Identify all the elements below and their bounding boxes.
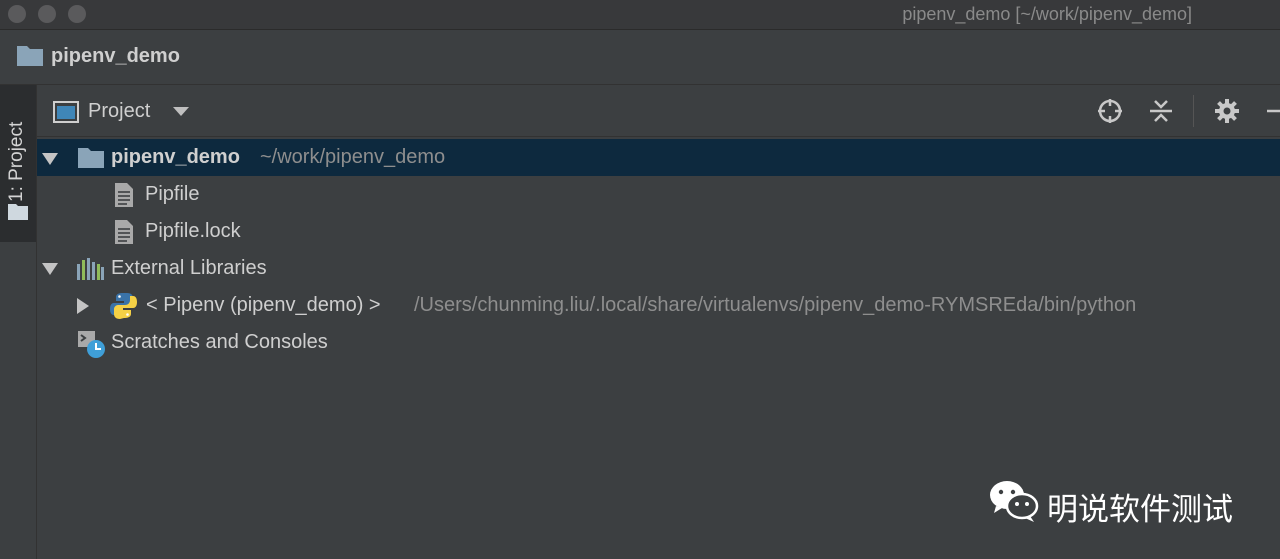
scratches-icon <box>77 330 107 365</box>
watermark-text: 明说软件测试 <box>1047 492 1233 528</box>
tree-row-sdk[interactable]: < Pipenv (pipenv_demo) > /Users/chunming… <box>37 287 1280 324</box>
wechat-icon <box>988 478 1040 529</box>
file-name: Pipfile.lock <box>145 220 241 242</box>
expand-arrow-icon[interactable] <box>42 153 58 165</box>
tool-window-stripe: 1: Project <box>0 85 37 559</box>
chevron-down-icon[interactable] <box>173 107 189 116</box>
project-view-icon <box>53 101 79 128</box>
tree-row-file[interactable]: Pipfile <box>37 176 1280 213</box>
tree-row-external-libraries[interactable]: External Libraries <box>37 250 1280 287</box>
zoom-window-button[interactable] <box>68 5 86 23</box>
toolbar-separator <box>1193 95 1194 127</box>
file-name: Pipfile <box>145 183 200 205</box>
text-file-icon <box>115 183 133 212</box>
window-title: pipenv_demo [~/work/pipenv_demo] <box>902 4 1192 24</box>
navigation-bar: pipenv_demo <box>0 30 1280 85</box>
folder-icon <box>8 203 28 225</box>
minimize-icon[interactable] <box>1265 97 1280 130</box>
library-icon <box>77 258 104 285</box>
breadcrumb-project[interactable]: pipenv_demo <box>51 45 180 68</box>
text-file-icon <box>115 220 133 249</box>
gear-icon[interactable] <box>1213 97 1241 130</box>
project-view-selector[interactable]: Project <box>88 100 150 123</box>
sdk-path: /Users/chunming.liu/.local/share/virtual… <box>414 294 1137 316</box>
python-icon <box>110 292 137 324</box>
root-folder-path: ~/work/pipenv_demo <box>260 146 446 168</box>
project-tool-window-label: 1: Project <box>6 121 27 202</box>
tree-row-scratches[interactable]: Scratches and Consoles <box>37 324 1280 361</box>
folder-icon <box>17 44 43 71</box>
folder-icon <box>78 147 104 173</box>
title-bar: pipenv_demo [~/work/pipenv_demo] <box>0 0 1280 30</box>
locate-icon[interactable] <box>1096 97 1124 130</box>
expand-arrow-icon[interactable] <box>77 298 89 314</box>
scratches-label: Scratches and Consoles <box>111 331 328 353</box>
root-folder-name: pipenv_demo <box>111 146 240 168</box>
project-panel-header: Project <box>37 85 1280 137</box>
collapse-all-icon[interactable] <box>1147 97 1175 130</box>
tree-row-root[interactable]: pipenv_demo ~/work/pipenv_demo <box>37 139 1280 176</box>
tree-row-file[interactable]: Pipfile.lock <box>37 213 1280 250</box>
external-libraries-label: External Libraries <box>111 257 267 279</box>
minimize-window-button[interactable] <box>38 5 56 23</box>
project-tool-window-button[interactable]: 1: Project <box>0 85 36 242</box>
close-window-button[interactable] <box>8 5 26 23</box>
expand-arrow-icon[interactable] <box>42 263 58 275</box>
sdk-name: < Pipenv (pipenv_demo) > <box>146 294 381 316</box>
